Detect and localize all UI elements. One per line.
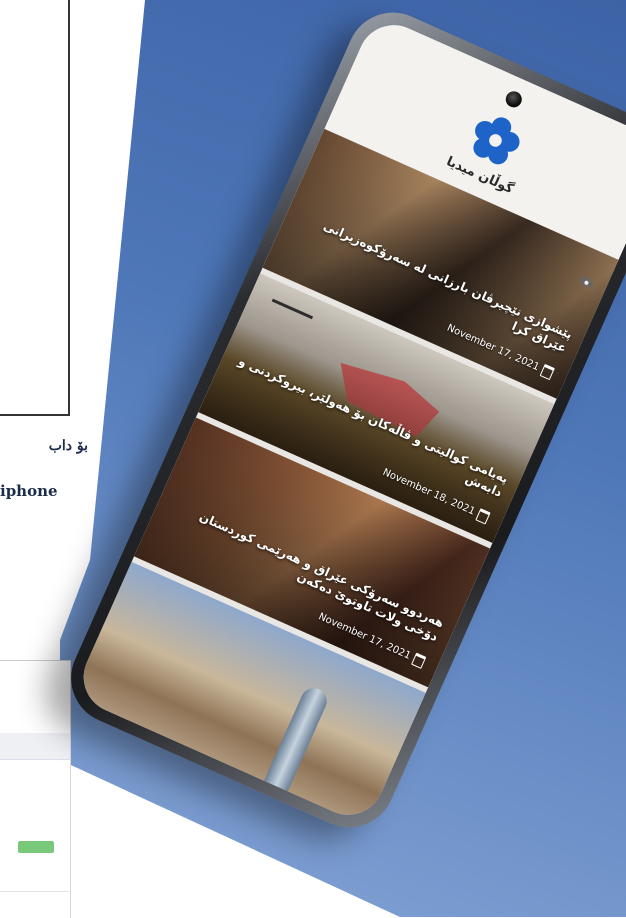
- white-document-panel: [0, 0, 70, 416]
- window-toolbar: [0, 733, 70, 760]
- divider: [0, 891, 70, 892]
- side-text-arabic: بۆ داب: [48, 438, 88, 454]
- side-text-iphone: iphone: [0, 482, 58, 500]
- background-window-fragment: [0, 660, 71, 918]
- green-badge: [18, 841, 54, 853]
- city-tower-image: [262, 683, 331, 795]
